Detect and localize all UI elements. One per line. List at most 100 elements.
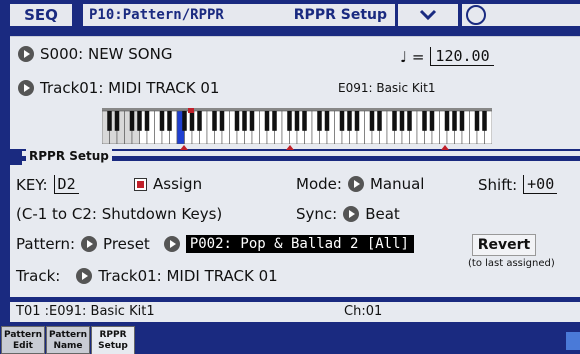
song-select-arrow-icon[interactable] [18,46,34,62]
utility-menu-button[interactable] [462,4,580,26]
black-key[interactable] [482,111,487,131]
pattern-select[interactable]: P002: Pop & Ballad 2 [All] [185,235,414,253]
pattern-row: Pattern: Preset P002: Pop & Ballad 2 [Al… [16,235,414,253]
black-key[interactable] [197,111,202,131]
page-title[interactable]: P10:Pattern/RPPR RPPR Setup [83,4,395,26]
track-value[interactable]: Track01: MIDI TRACK 01 [98,267,277,285]
tab-line1: RPPR [99,330,127,340]
black-key[interactable] [429,111,435,131]
section-name: RPPR Setup [293,7,387,23]
shift-field[interactable]: Shift: +00 [478,175,558,194]
track-label: Track: [16,267,61,285]
black-key[interactable] [317,111,322,131]
sync-select[interactable]: Sync: Beat [296,205,400,223]
keyboard-display[interactable] [102,108,492,144]
status-bar: T01 :E091: Basic Kit1 Ch:01 [10,302,580,322]
mode-value: Manual [369,175,425,193]
chevron-down-icon [419,9,437,21]
scroll-right-button[interactable] [566,332,580,350]
tab-line2: Edit [13,341,33,351]
black-key[interactable] [444,111,450,131]
section-header: RPPR Setup [10,149,580,165]
song-info-panel: S000: NEW SONG ♩ = 120.00 Track01: MIDI … [10,36,580,150]
black-key[interactable] [114,111,120,131]
tempo-field[interactable]: ♩ = 120.00 [400,47,494,66]
black-key[interactable] [474,111,480,131]
section-title: RPPR Setup [26,149,112,163]
black-key[interactable] [287,111,292,131]
track-arrow-icon[interactable] [76,268,93,284]
black-key[interactable] [407,111,412,131]
black-key[interactable] [219,111,225,131]
black-key[interactable] [159,111,165,131]
black-key[interactable] [369,111,375,131]
black-key[interactable] [144,111,150,131]
black-key[interactable] [324,111,330,131]
black-key[interactable] [137,111,142,131]
tab-bar: Pattern Edit Pattern Name RPPR Setup [0,326,580,354]
pattern-source-arrow-icon[interactable] [81,236,98,252]
black-key[interactable] [302,111,307,131]
tab-pattern-name[interactable]: Pattern Name [46,326,90,354]
song-select[interactable]: S000: NEW SONG [18,45,172,63]
status-channel: Ch:01 [344,304,383,319]
black-key[interactable] [189,111,195,131]
black-key[interactable] [129,111,135,131]
pattern-select-arrow-icon[interactable] [163,236,180,252]
track-program: E091: Basic Kit1 [338,81,436,95]
black-key[interactable] [399,111,405,131]
marker-left [180,145,188,150]
sync-label: Sync: [296,205,338,223]
black-key[interactable] [182,111,187,131]
tab-rppr-setup[interactable]: RPPR Setup [91,326,135,354]
black-key[interactable] [294,111,300,131]
track-name: Track01: MIDI TRACK 01 [40,79,220,97]
track-select-arrow-icon[interactable] [18,80,34,96]
tab-pattern-edit[interactable]: Pattern Edit [1,326,45,354]
black-key[interactable] [107,111,112,131]
black-key[interactable] [249,111,255,131]
tab-line1: Pattern [49,330,87,340]
shift-value[interactable]: +00 [523,175,558,194]
key-field[interactable]: KEY: D2 [16,175,79,194]
pattern-source[interactable]: Preset [103,235,150,253]
revert-note: (to last assigned) [468,258,555,269]
tempo-value[interactable]: 120.00 [430,47,494,66]
page-name: P10:Pattern/RPPR [89,7,224,23]
pattern-label: Pattern: [16,235,76,253]
gear-icon [466,5,486,25]
black-key[interactable] [347,111,352,131]
header-bar: SEQ P10:Pattern/RPPR RPPR Setup [0,0,580,30]
mode-label: Mode: [296,175,342,193]
black-key[interactable] [339,111,345,131]
tab-line1: Pattern [4,330,42,340]
key-value[interactable]: D2 [53,175,79,194]
black-key[interactable] [422,111,427,131]
black-key[interactable] [392,111,397,131]
sync-arrow-icon[interactable] [343,206,360,222]
track-select[interactable]: Track01: MIDI TRACK 01 [18,79,219,97]
black-key[interactable] [377,111,382,131]
black-key[interactable] [212,111,217,131]
black-key[interactable] [167,111,172,131]
page-menu-button[interactable] [398,4,458,26]
black-key[interactable] [354,111,360,131]
shutdown-note: (C-1 to C2: Shutdown Keys) [16,205,223,223]
mode-select[interactable]: Mode: Manual [296,175,424,193]
track-row: Track: Track01: MIDI TRACK 01 [16,267,278,285]
mode-arrow-icon[interactable] [347,176,364,192]
assign-checkbox[interactable]: Assign [134,175,202,193]
checkbox-checked-icon[interactable] [134,177,147,191]
black-key[interactable] [234,111,240,131]
black-key[interactable] [264,111,270,131]
status-track: T01 :E091: Basic Kit1 [16,304,155,319]
black-key[interactable] [242,111,247,131]
revert-button[interactable]: Revert [472,234,536,256]
black-key[interactable] [272,111,277,131]
black-key[interactable] [459,111,465,131]
shift-label: Shift: [478,175,518,194]
marker-middle [286,145,294,150]
black-key[interactable] [452,111,457,131]
mode-indicator[interactable]: SEQ [10,4,72,26]
key-label: KEY: [16,175,48,194]
